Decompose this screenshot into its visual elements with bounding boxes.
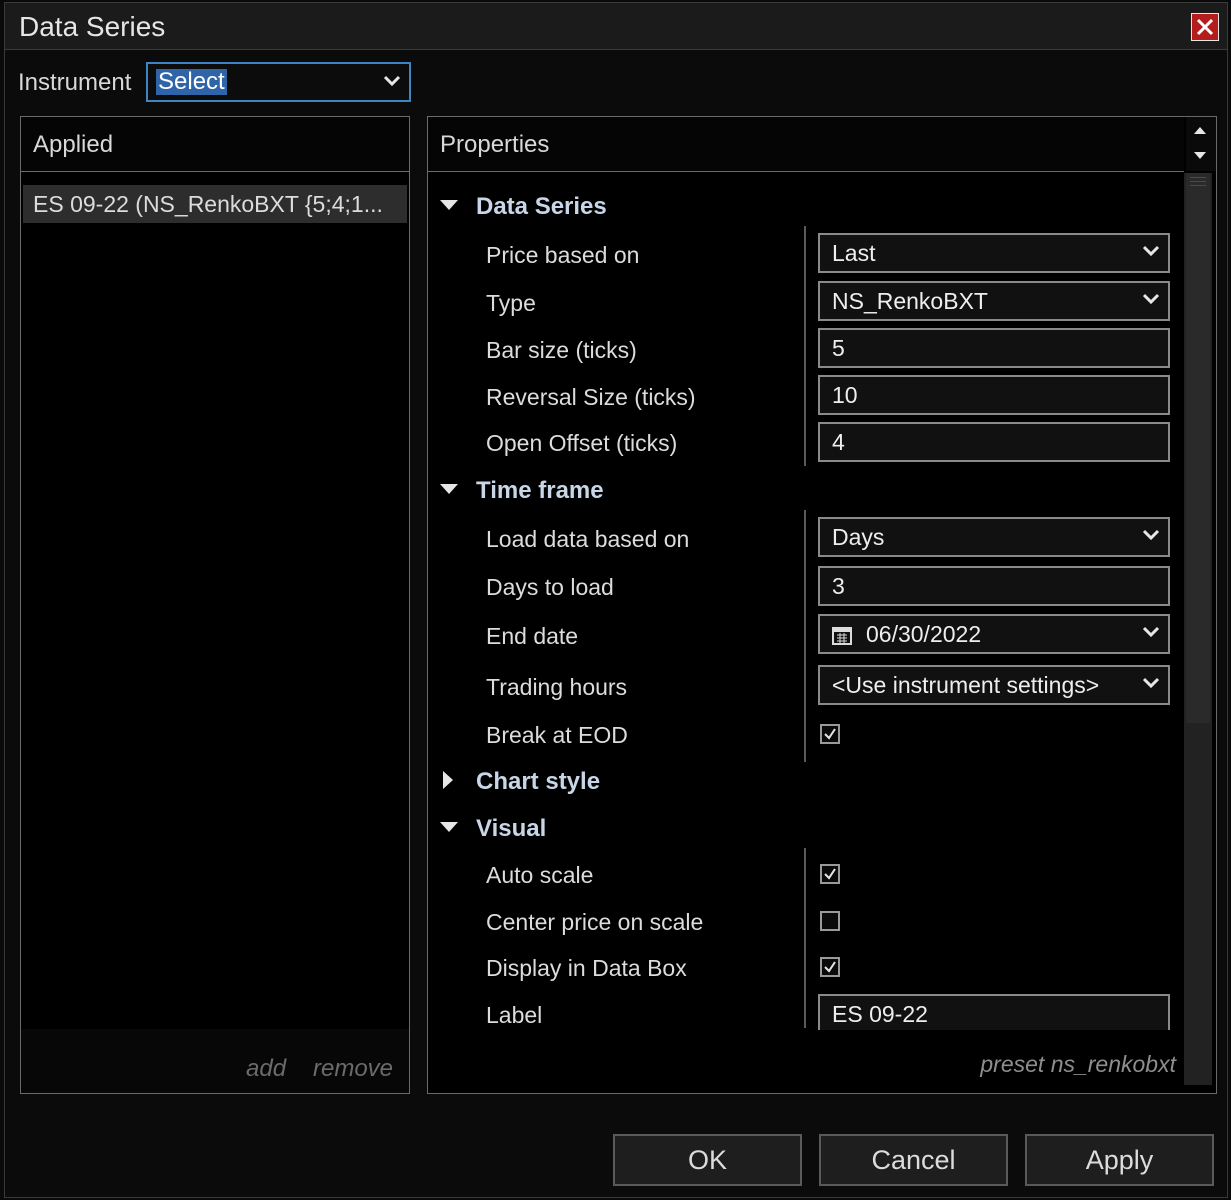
section-label: Chart style xyxy=(476,768,601,795)
instrument-label: Instrument xyxy=(18,69,132,96)
applied-panel: Applied ES 09-22 (NS_RenkoBXT {5;4;1... … xyxy=(20,116,410,1094)
load-data-based-on-label: Load data based on xyxy=(486,526,690,552)
applied-header: Applied xyxy=(21,117,409,172)
window-title: Data Series xyxy=(19,11,166,42)
instrument-selected-value: Select xyxy=(156,68,227,95)
apply-button[interactable]: Apply xyxy=(1025,1134,1214,1186)
applied-header-label: Applied xyxy=(33,131,114,158)
bar-size-label: Bar size (ticks) xyxy=(486,337,637,363)
properties-header: Properties xyxy=(428,117,1184,172)
instrument-select[interactable]: Select xyxy=(146,62,411,102)
scrollbar-thumb[interactable] xyxy=(1186,173,1210,723)
close-button[interactable] xyxy=(1191,13,1219,41)
days-to-load-value: 3 xyxy=(832,573,845,599)
properties-header-label: Properties xyxy=(440,131,550,158)
add-link[interactable]: add xyxy=(246,1055,286,1083)
display-in-data-box-label: Display in Data Box xyxy=(486,955,687,981)
bar-size-field[interactable]: 5 xyxy=(818,328,1170,368)
remove-link[interactable]: remove xyxy=(313,1055,393,1083)
break-at-eod-checkbox[interactable] xyxy=(820,724,840,744)
ok-button[interactable]: OK xyxy=(613,1134,802,1186)
column-divider xyxy=(804,510,806,762)
properties-panel: Properties Data Series Price based on La… xyxy=(427,116,1217,1094)
expand-triangle-icon xyxy=(443,771,453,789)
chevron-down-icon xyxy=(1142,529,1160,541)
applied-footer: add remove xyxy=(21,1029,409,1093)
auto-scale-checkbox[interactable] xyxy=(820,864,840,884)
days-to-load-label: Days to load xyxy=(486,574,614,600)
price-based-on-label: Price based on xyxy=(486,242,640,268)
open-offset-field[interactable]: 4 xyxy=(818,422,1170,462)
price-based-on-value: Last xyxy=(832,240,876,266)
auto-scale-label: Auto scale xyxy=(486,862,594,888)
cancel-button[interactable]: Cancel xyxy=(819,1134,1008,1186)
chevron-down-icon xyxy=(1142,677,1160,689)
calendar-icon[interactable] xyxy=(832,625,852,645)
load-data-based-on-value: Days xyxy=(832,524,885,550)
center-price-label: Center price on scale xyxy=(486,909,704,935)
checkmark-icon xyxy=(824,868,836,880)
open-offset-value: 4 xyxy=(832,429,845,455)
scroll-up-icon[interactable] xyxy=(1193,125,1207,135)
applied-item-label: ES 09-22 (NS_RenkoBXT {5;4;1... xyxy=(33,191,383,217)
checkmark-icon xyxy=(824,728,836,740)
price-based-on-select[interactable]: Last xyxy=(818,233,1170,273)
data-series-dialog: Data Series Instrument Select Applied ES… xyxy=(4,2,1228,1198)
column-divider xyxy=(804,848,806,1028)
type-label: Type xyxy=(486,290,536,316)
section-label: Time frame xyxy=(476,477,604,504)
preset-label: preset ns_renkobxt xyxy=(980,1051,1176,1077)
series-label-field[interactable]: ES 09-22 xyxy=(818,994,1170,1030)
reversal-size-value: 10 xyxy=(832,382,858,408)
collapse-triangle-icon xyxy=(440,200,458,210)
section-label: Visual xyxy=(476,815,547,842)
reversal-size-label: Reversal Size (ticks) xyxy=(486,384,696,410)
load-data-based-on-select[interactable]: Days xyxy=(818,517,1170,557)
days-to-load-field[interactable]: 3 xyxy=(818,566,1170,606)
trading-hours-select[interactable]: <Use instrument settings> xyxy=(818,665,1170,705)
collapse-triangle-icon xyxy=(440,822,458,832)
break-at-eod-label: Break at EOD xyxy=(486,722,628,748)
reversal-size-field[interactable]: 10 xyxy=(818,375,1170,415)
trading-hours-label: Trading hours xyxy=(486,674,628,700)
bar-size-value: 5 xyxy=(832,335,845,361)
scroll-arrows xyxy=(1186,117,1216,171)
collapse-triangle-icon xyxy=(440,484,458,494)
type-select[interactable]: NS_RenkoBXT xyxy=(818,281,1170,321)
end-date-value: 06/30/2022 xyxy=(866,621,982,647)
title-bar: Data Series xyxy=(5,3,1227,50)
checkmark-icon xyxy=(824,961,836,973)
chevron-down-icon xyxy=(1142,245,1160,257)
chevron-down-icon xyxy=(1142,293,1160,305)
series-label-value: ES 09-22 xyxy=(832,1001,928,1027)
section-label: Data Series xyxy=(476,193,607,220)
chevron-down-icon xyxy=(1142,626,1160,638)
scrollbar[interactable] xyxy=(1184,173,1212,1085)
center-price-checkbox[interactable] xyxy=(820,911,840,931)
chevron-down-icon xyxy=(383,75,401,87)
end-date-picker[interactable]: 06/30/2022 xyxy=(818,614,1170,654)
column-divider xyxy=(804,226,806,466)
scroll-down-icon[interactable] xyxy=(1193,151,1207,161)
applied-list-item[interactable]: ES 09-22 (NS_RenkoBXT {5;4;1... xyxy=(23,185,407,223)
display-in-data-box-checkbox[interactable] xyxy=(820,957,840,977)
close-icon xyxy=(1196,18,1214,36)
end-date-label: End date xyxy=(486,623,579,649)
trading-hours-value: <Use instrument settings> xyxy=(832,672,1100,698)
type-value: NS_RenkoBXT xyxy=(832,288,988,314)
series-label-label: Label xyxy=(486,1002,543,1028)
open-offset-label: Open Offset (ticks) xyxy=(486,430,678,456)
